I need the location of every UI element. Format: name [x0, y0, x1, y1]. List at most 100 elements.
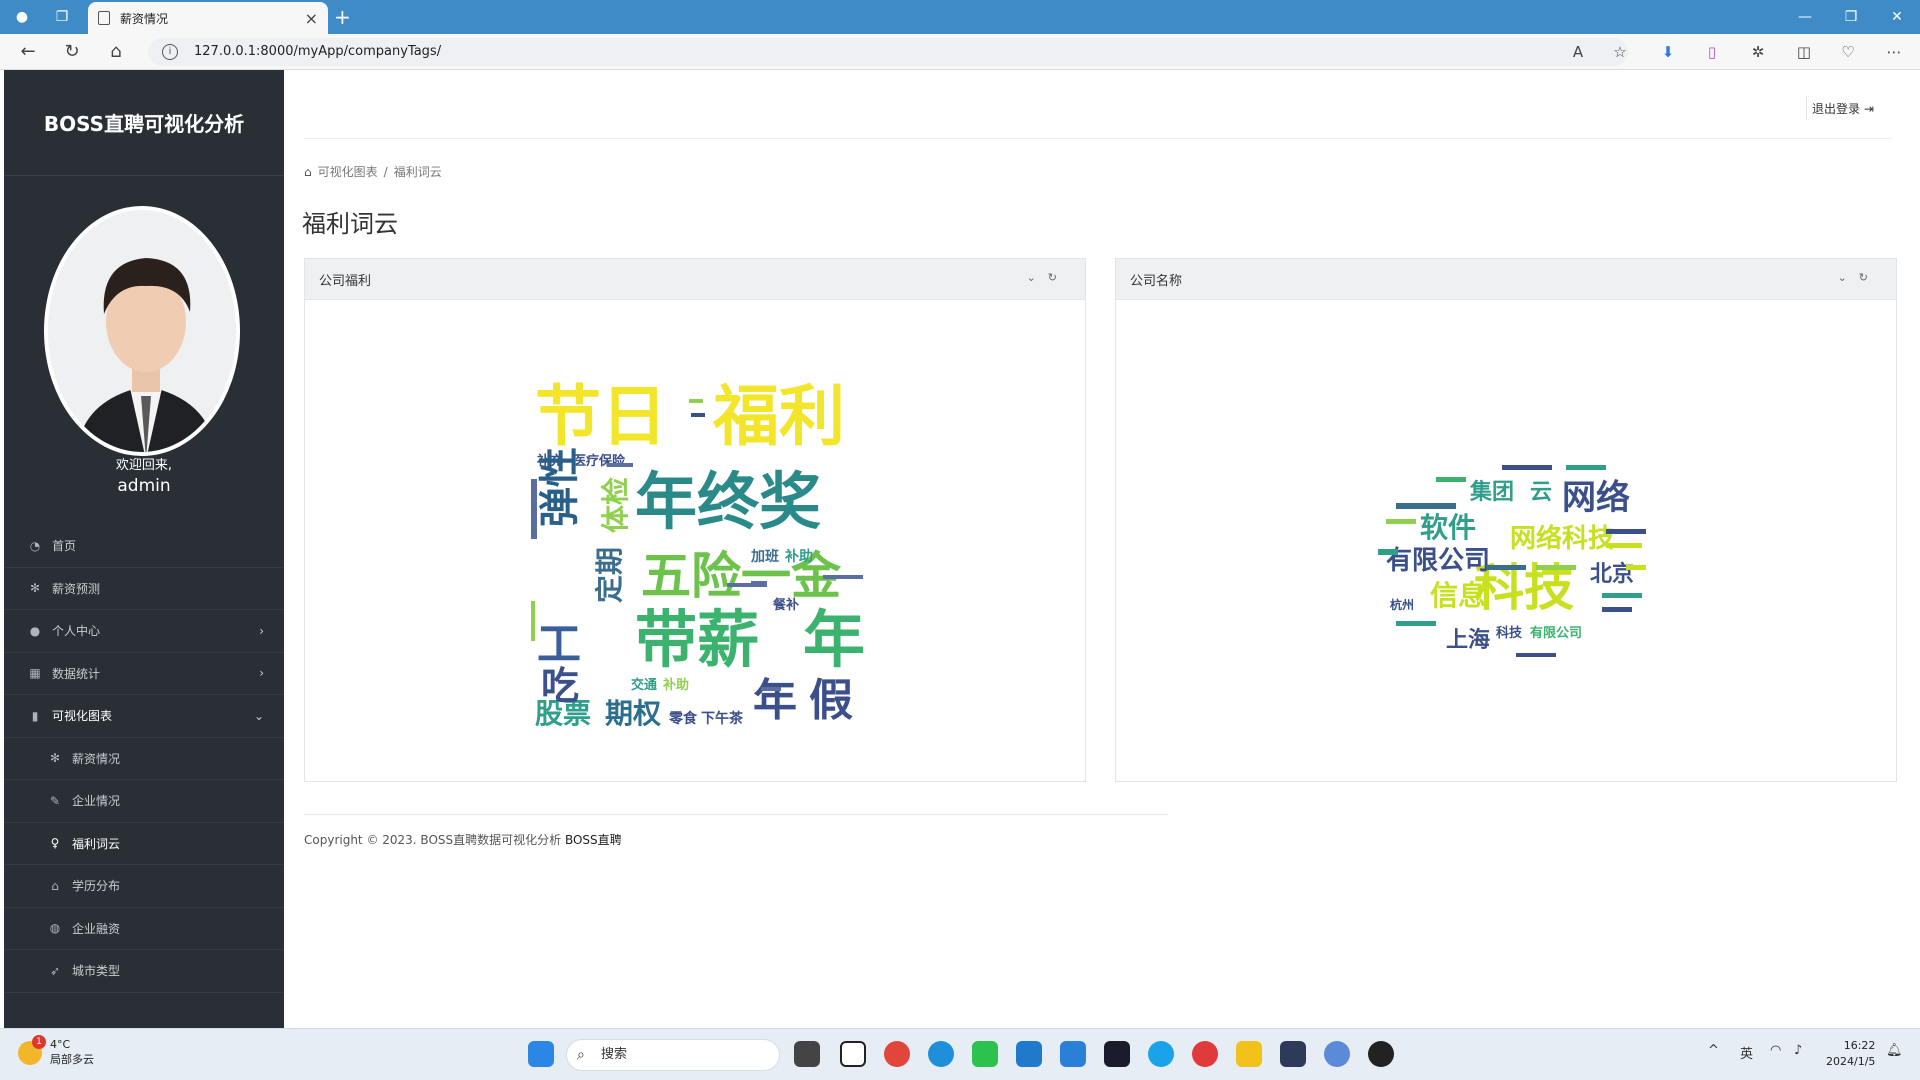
url-input[interactable]: i 127.0.0.1:8000/myApp/companyTags/ [148, 38, 1628, 66]
network-app-icon[interactable] [1324, 1041, 1350, 1067]
cloud-word: 定期 [593, 547, 626, 603]
avatar [44, 206, 240, 456]
chrome-icon[interactable] [884, 1041, 910, 1067]
time: 16:22 [1843, 1039, 1876, 1052]
wifi-icon[interactable]: ◠ [1770, 1043, 1781, 1058]
cloud-word: 加班 [750, 548, 779, 565]
close-tab-icon[interactable]: × [305, 9, 318, 28]
netease-music-icon[interactable] [1192, 1041, 1218, 1067]
chat-app-icon[interactable] [1148, 1041, 1174, 1067]
cloud-word: 节日 [535, 378, 667, 455]
tray-expand-icon[interactable]: ^ [1708, 1043, 1719, 1058]
bar-chart-icon: ▮ [31, 708, 39, 723]
sidebar-item-charts[interactable]: ▮ 可视化图表 ⌄ [4, 695, 284, 738]
notification-bell-icon[interactable]: 🔔︎ [1886, 1043, 1903, 1058]
footer: Copyright © 2023. BOSS直聘数据可视化分析 BOSS直聘 [304, 831, 622, 848]
weather-widget[interactable]: 1 4°C 局部多云 [18, 1035, 94, 1067]
sidebar-item-salary-prediction[interactable]: ✻ 薪资预测 [4, 568, 284, 610]
copyright-text: Copyright © 2023. BOSS直聘数据可视化分析 [304, 833, 562, 847]
breadcrumb: ⌂ 可视化图表 / 福利词云 [304, 163, 442, 180]
edge-icon[interactable] [928, 1041, 954, 1067]
cloud-word: 有限公司 [1386, 546, 1490, 576]
panel-header: 公司福利 ⌄↻ [305, 259, 1085, 300]
jetbrains-icon[interactable] [1104, 1041, 1130, 1067]
lightbulb-icon: ♀ [50, 836, 60, 851]
sidebar-item-data-stats[interactable]: ▦ 数据统计 › [4, 653, 284, 695]
cloud-word: 年 [803, 603, 865, 676]
sidebar-item-salary[interactable]: ✻ 薪资情况 [4, 738, 284, 780]
new-tab-icon[interactable]: + [334, 5, 351, 29]
minimize-icon[interactable]: — [1790, 5, 1820, 29]
cloud-word: 网络 [1562, 478, 1630, 518]
more-menu-icon[interactable]: ⋯ [1882, 40, 1906, 64]
cloud-word: 补助 [662, 677, 689, 693]
url-text: 127.0.0.1:8000/myApp/companyTags/ [194, 44, 442, 59]
sidebar-item-label: 薪资情况 [72, 751, 121, 766]
read-aloud-icon[interactable]: A [1566, 40, 1590, 64]
breadcrumb-current: 福利词云 [393, 165, 442, 179]
split-screen-icon[interactable]: ◫ [1792, 40, 1816, 64]
ime-indicator[interactable]: 英 [1740, 1043, 1753, 1062]
refresh-icon[interactable]: ↻ [1859, 271, 1880, 284]
volume-icon[interactable]: ♪ [1794, 1043, 1802, 1058]
sidebar-item-welfare-cloud[interactable]: ♀ 福利词云 [4, 823, 284, 865]
user-icon: ● [29, 623, 41, 638]
cloud-word: 云 [1530, 480, 1552, 505]
app-arrow-icon[interactable] [1060, 1041, 1086, 1067]
cloud-word: 福利 [712, 378, 845, 455]
extension-download-icon[interactable]: ⬇ [1656, 40, 1680, 64]
home-icon[interactable]: ⌂ [104, 40, 128, 64]
notion-icon[interactable] [840, 1041, 866, 1067]
footer-brand-link[interactable]: BOSS直聘 [565, 833, 622, 847]
sidebar-menu: ◔ 首页 ✻ 薪资预测 ● 个人中心 › ▦ 数据统计 › ▮ 可视化图表 ⌄ … [4, 525, 284, 993]
company-panel: 公司名称 ⌄↻ 科技 网络科技 有限公司 信息 网络 软件 北京 上海 集团 云… [1115, 258, 1897, 782]
browser-essentials-icon[interactable]: ♡ [1836, 40, 1860, 64]
search-label: 搜索 [601, 1047, 628, 1062]
collections-icon[interactable]: ❐ [50, 5, 74, 29]
sidebar-item-home[interactable]: ◔ 首页 [4, 525, 284, 568]
welfare-word-cloud: 节日 福利 年终奖 五险一金 带薪 年 年 假 股票 期权 体检 定期 零食 下… [531, 378, 865, 729]
restore-icon[interactable]: ❐ [1836, 5, 1866, 29]
taskbar-search[interactable]: ⌕ 搜索 [566, 1039, 780, 1071]
panel-header: 公司名称 ⌄↻ [1116, 259, 1896, 300]
cloud-word: 年 [753, 675, 797, 726]
sign-out-icon: ⇥ [1863, 102, 1874, 116]
extension-book-icon[interactable]: ▯ [1700, 40, 1724, 64]
sidebar-item-company[interactable]: ✎ 企业情况 [4, 780, 284, 823]
sticky-notes-icon[interactable] [1236, 1041, 1262, 1067]
panel-title: 公司福利 [319, 273, 372, 289]
sidebar-item-profile[interactable]: ● 个人中心 › [4, 610, 284, 653]
wechat-icon[interactable] [972, 1041, 998, 1067]
back-icon[interactable]: ← [16, 40, 40, 64]
collapse-icon[interactable]: ⌄ [1838, 271, 1859, 284]
header-divider-line [304, 138, 1892, 139]
site-info-icon[interactable]: i [162, 44, 178, 60]
windows-start-icon[interactable] [528, 1041, 554, 1067]
task-view-icon[interactable] [794, 1041, 820, 1067]
extensions-icon[interactable]: ✲ [1746, 40, 1770, 64]
cat-app-icon[interactable] [1280, 1041, 1306, 1067]
sidebar-item-city[interactable]: ➶ 城市类型 [4, 950, 284, 993]
favorite-star-icon[interactable]: ☆ [1608, 40, 1632, 64]
footer-divider [304, 814, 1168, 815]
sidebar-item-financing[interactable]: ◍ 企业融资 [4, 908, 284, 950]
document-icon [98, 11, 110, 25]
browser-tab-bar: ● ❐ 薪资情况 × + — ❐ ✕ [0, 0, 1920, 34]
browser-tab[interactable]: 薪资情况 × [88, 2, 328, 34]
panel-title: 公司名称 [1130, 273, 1183, 289]
refresh-icon[interactable]: ↻ [60, 40, 84, 64]
chevron-down-icon: ⌄ [253, 708, 264, 723]
record-app-icon[interactable] [1368, 1041, 1394, 1067]
logout-link[interactable]: 退出登录 ⇥ [1812, 100, 1874, 117]
refresh-icon[interactable]: ↻ [1048, 271, 1069, 284]
logout-label: 退出登录 [1812, 102, 1861, 116]
breadcrumb-root[interactable]: 可视化图表 [318, 163, 378, 180]
close-window-icon[interactable]: ✕ [1882, 5, 1912, 29]
vscode-icon[interactable] [1016, 1041, 1042, 1067]
sidebar-item-education[interactable]: ⌂ 学历分布 [4, 865, 284, 908]
cloud-word: 上海 [1446, 627, 1490, 653]
clock[interactable]: 16:22 2024/1/5 [1826, 1038, 1875, 1070]
cloud-word: 信息 [1430, 579, 1486, 612]
collapse-icon[interactable]: ⌄ [1027, 271, 1048, 284]
profile-icon[interactable]: ● [10, 5, 34, 29]
